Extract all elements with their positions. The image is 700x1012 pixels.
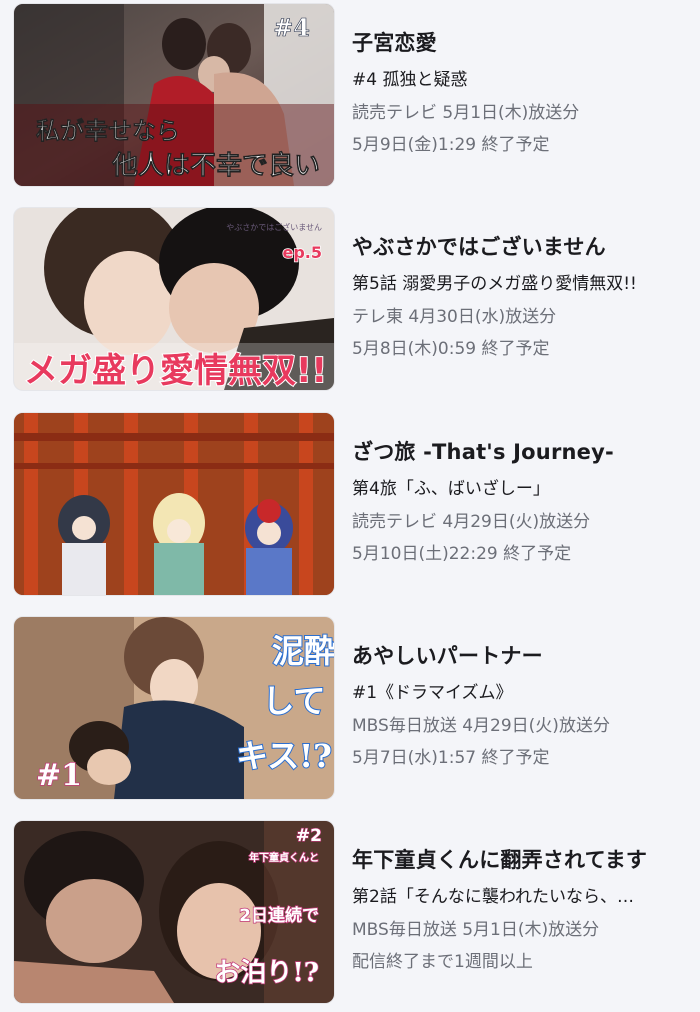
program-title[interactable]: ざつ旅 -That's Journey-: [352, 436, 692, 466]
episode-title: #1《ドラマイズム》: [352, 683, 513, 703]
broadcast-info: 読売テレビ 4月29日(火)放送分: [352, 512, 591, 532]
expiry-info: 5月9日(金)1:29 終了予定: [352, 135, 550, 155]
program-item[interactable]: #1 泥酔 して キス!? あやしいパートナー #1《ドラマイズム》 MBS毎日…: [0, 617, 700, 799]
broadcast-info: MBS毎日放送 4月29日(火)放送分: [352, 716, 610, 736]
thumbnail-image: #4 私が幸せなら 他人は不幸で良い: [14, 4, 334, 186]
broadcast-info: テレ東 4月30日(水)放送分: [352, 307, 557, 327]
thumbnail-caption-3: お泊り!?: [214, 958, 319, 988]
thumbnail-image: #2 年下童貞くんと 2日連続で お泊り!?: [14, 821, 334, 1003]
expiry-info: 配信終了まで1週間以上: [352, 952, 533, 972]
thumbnail-caption-line2: 他人は不幸で良い: [111, 150, 320, 181]
expiry-info: 5月10日(土)22:29 終了予定: [352, 544, 572, 564]
expiry-info: 5月8日(木)0:59 終了予定: [352, 339, 550, 359]
thumbnail-caption-1: 泥酔: [272, 632, 334, 670]
thumbnail-image: [14, 413, 334, 595]
program-title[interactable]: 子宮恋愛: [352, 27, 692, 57]
program-thumbnail[interactable]: #4 私が幸せなら 他人は不幸で良い: [14, 4, 334, 186]
series-logo: やぶさかではございません: [226, 222, 322, 232]
program-thumbnail[interactable]: #1 泥酔 して キス!?: [14, 617, 334, 799]
expiry-info: 5月7日(水)1:57 終了予定: [352, 748, 550, 768]
episode-title: 第5話 溺愛男子のメガ盛り愛情無双!!: [352, 274, 637, 294]
program-thumbnail[interactable]: #2 年下童貞くんと 2日連続で お泊り!?: [14, 821, 334, 1003]
program-item[interactable]: #2 年下童貞くんと 2日連続で お泊り!? 年下童貞くんに翻弄されてます 第2…: [0, 821, 700, 1003]
program-item[interactable]: #4 私が幸せなら 他人は不幸で良い 子宮恋愛 #4 孤独と疑惑 読売テレビ 5…: [0, 4, 700, 186]
program-thumbnail[interactable]: メガ盛り愛情無双!! ep.5 やぶさかではございません: [14, 208, 334, 390]
thumbnail-image: メガ盛り愛情無双!! ep.5 やぶさかではございません: [14, 208, 334, 390]
broadcast-info: 読売テレビ 5月1日(木)放送分: [352, 103, 580, 123]
broadcast-info: MBS毎日放送 5月1日(木)放送分: [352, 920, 600, 940]
thumbnail-caption-1: 年下童貞くんと: [249, 851, 319, 864]
episode-badge: ep.5: [282, 243, 322, 262]
thumbnail-image: #1 泥酔 して キス!?: [14, 617, 334, 799]
program-item[interactable]: メガ盛り愛情無双!! ep.5 やぶさかではございません やぶさかではございませ…: [0, 208, 700, 390]
thumbnail-caption-3: キス!?: [236, 737, 332, 775]
episode-title: 第4旅「ふ、ばいざしー」: [352, 479, 550, 499]
program-list: #4 私が幸せなら 他人は不幸で良い 子宮恋愛 #4 孤独と疑惑 読売テレビ 5…: [0, 0, 700, 1012]
program-thumbnail[interactable]: [14, 413, 334, 595]
thumbnail-caption-line1: 私が幸せなら: [36, 116, 180, 145]
program-item[interactable]: ざつ旅 -That's Journey- 第4旅「ふ、ばいざしー」 読売テレビ …: [0, 413, 700, 595]
program-title[interactable]: あやしいパートナー: [352, 640, 692, 670]
episode-title: 第2話「そんなに襲われたいなら、…: [352, 887, 634, 907]
thumbnail-caption-2: 2日連続で: [239, 905, 319, 926]
episode-badge: #1: [36, 758, 82, 793]
episode-badge: #2: [296, 826, 322, 846]
episode-badge: #4: [273, 13, 310, 42]
program-title[interactable]: やぶさかではございません: [352, 231, 692, 261]
thumbnail-caption-2: して: [262, 682, 325, 720]
episode-title: #4 孤独と疑惑: [352, 70, 468, 90]
program-title[interactable]: 年下童貞くんに翻弄されてます: [352, 844, 692, 874]
thumbnail-caption: メガ盛り愛情無双!!: [24, 351, 327, 390]
